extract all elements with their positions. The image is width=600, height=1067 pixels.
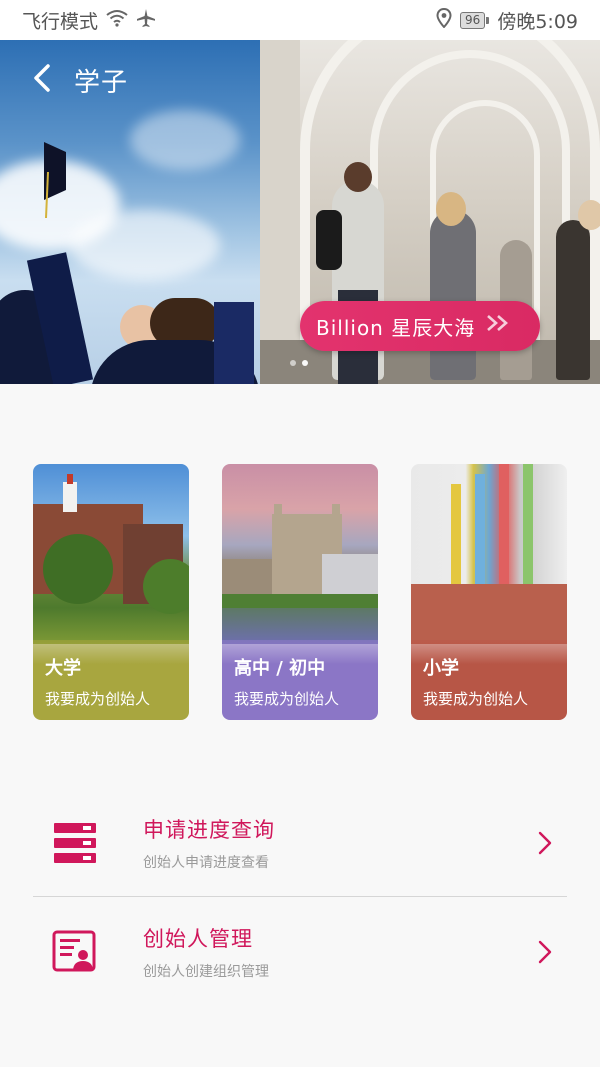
promo-label: Billion 星辰大海: [316, 315, 476, 340]
card-footer: 小学 我要成为创始人: [411, 640, 567, 720]
highschool-photo: [222, 464, 378, 644]
back-button[interactable]: [22, 58, 62, 98]
card-university[interactable]: 大学 我要成为创始人: [33, 464, 189, 720]
airplane-icon: [136, 8, 156, 33]
hero-banner[interactable]: 学子 Billion 星辰大海: [0, 40, 600, 384]
status-bar: 飞行模式 96 傍晚5:09: [0, 0, 600, 40]
card-title: 小学: [423, 658, 459, 679]
clock: 傍晚5:09: [497, 10, 578, 33]
card-subtitle: 我要成为创始人: [423, 690, 529, 708]
chevron-left-icon: [34, 64, 50, 92]
carousel-dot[interactable]: [290, 360, 296, 366]
carousel-indicator[interactable]: [290, 360, 308, 366]
promo-banner-button[interactable]: Billion 星辰大海: [300, 301, 540, 351]
menu-item-application-progress[interactable]: 申请进度查询 创始人申请进度查看: [33, 788, 567, 898]
menu-item-subtitle: 创始人申请进度查看: [143, 855, 269, 871]
menu-item-founder-management[interactable]: 创始人管理 创始人创建组织管理: [33, 897, 567, 1007]
menu-item-title: 创始人管理: [143, 927, 253, 951]
card-primary-school[interactable]: 小学 我要成为创始人: [411, 464, 567, 720]
university-photo: [33, 464, 189, 644]
card-footer: 大学 我要成为创始人: [33, 640, 189, 720]
card-subtitle: 我要成为创始人: [45, 690, 151, 708]
graduation-cap-icon: [44, 142, 66, 219]
airplane-mode-label: 飞行模式: [22, 10, 99, 33]
primary-school-photo: [411, 464, 567, 644]
double-chevron-right-icon: [485, 313, 511, 339]
menu-item-subtitle: 创始人创建组织管理: [143, 964, 269, 980]
battery-icon: 96: [460, 11, 490, 29]
wifi-icon: [106, 9, 128, 32]
card-subtitle: 我要成为创始人: [234, 690, 340, 708]
status-right: 96 傍晚5:09: [436, 7, 578, 34]
location-icon: [436, 7, 452, 33]
carousel-dot-active[interactable]: [302, 360, 308, 366]
card-title: 大学: [45, 658, 81, 679]
list-progress-icon: [45, 813, 105, 873]
chevron-right-icon: [533, 940, 557, 964]
category-cards: 大学 我要成为创始人 高中 / 初中 我要成为创始人 小学 我要成为创始人: [33, 464, 567, 720]
menu-item-title: 申请进度查询: [143, 818, 275, 842]
battery-level: 96: [460, 11, 486, 29]
status-left: 飞行模式: [22, 7, 156, 34]
card-title: 高中 / 初中: [234, 658, 326, 679]
chevron-right-icon: [533, 831, 557, 855]
card-highschool[interactable]: 高中 / 初中 我要成为创始人: [222, 464, 378, 720]
page-title: 学子: [74, 68, 129, 98]
card-footer: 高中 / 初中 我要成为创始人: [222, 640, 378, 720]
founder-card-icon: [45, 922, 105, 982]
